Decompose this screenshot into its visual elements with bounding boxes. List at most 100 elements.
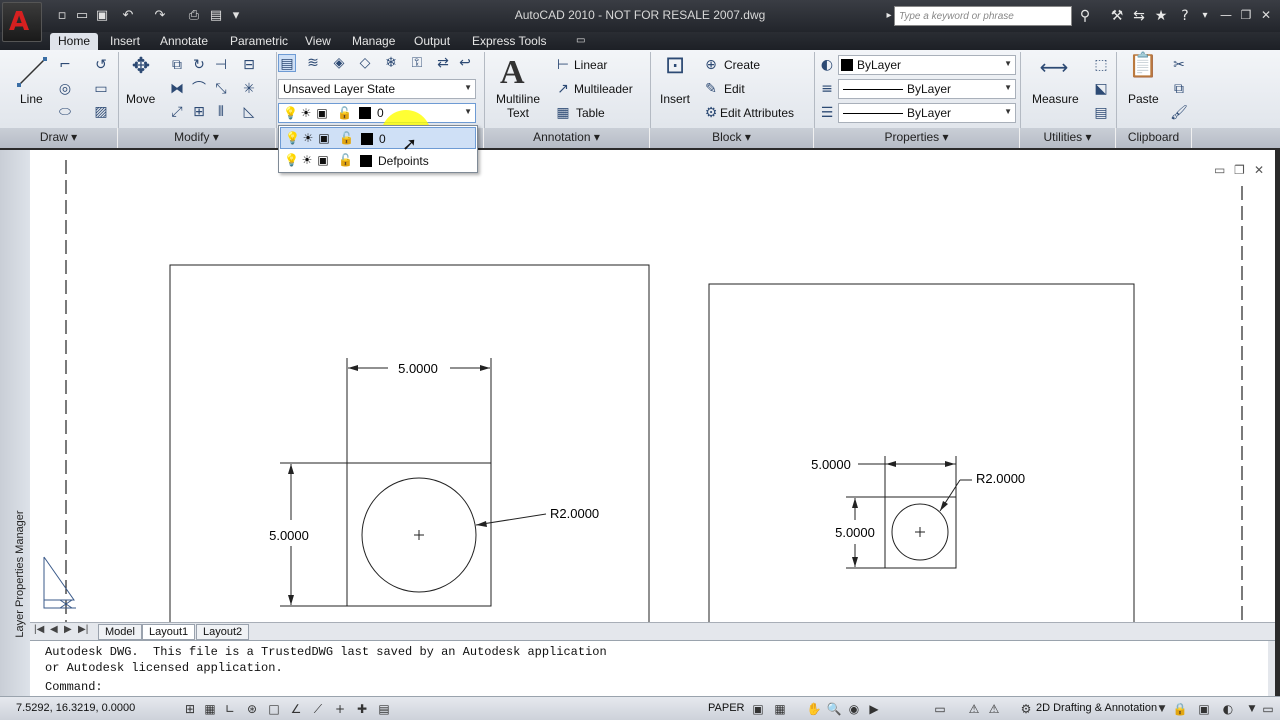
edit-label[interactable]: Edit bbox=[724, 82, 745, 96]
multileader-icon[interactable]: ↗ bbox=[554, 80, 572, 98]
viewport-minimize-icon[interactable]: ▭ bbox=[1214, 163, 1225, 177]
first-layout-icon[interactable]: |◀ bbox=[34, 624, 44, 635]
prev-layout-icon[interactable]: ◀ bbox=[50, 624, 58, 635]
close-icon[interactable]: ✕ bbox=[1258, 7, 1274, 23]
paste-icon[interactable]: 📋 bbox=[1128, 53, 1158, 86]
copy-icon[interactable]: ⧉ bbox=[168, 56, 186, 74]
viewport-close-icon[interactable]: ✕ bbox=[1254, 163, 1264, 177]
layer-isolate-icon[interactable]: ◈ bbox=[330, 54, 348, 72]
last-layout-icon[interactable]: ▶| bbox=[78, 624, 88, 635]
tab-home[interactable]: Home bbox=[50, 33, 99, 50]
stretch-icon[interactable]: ⤡ bbox=[212, 80, 230, 98]
color-select[interactable]: ByLayer ▼ bbox=[838, 55, 1016, 75]
layer-select[interactable]: 💡 ☀ ▣ 🔓 0 ▼ bbox=[278, 103, 476, 123]
ducs-icon[interactable]: ⟋ bbox=[310, 701, 326, 717]
line-icon[interactable] bbox=[16, 56, 48, 88]
coordinate-readout[interactable]: 7.5292, 16.3219, 0.0000 bbox=[16, 702, 135, 714]
chamfer-icon[interactable]: ◺ bbox=[240, 103, 258, 121]
create-block-icon[interactable]: ⊕ bbox=[702, 56, 720, 74]
tab-parametric[interactable]: Parametric bbox=[222, 33, 296, 50]
object-snap-icon[interactable]: □ bbox=[266, 701, 282, 717]
viewport-right[interactable] bbox=[708, 283, 1135, 631]
insert-block-icon[interactable]: ⊡ bbox=[660, 53, 690, 86]
scale-icon[interactable]: ⤢ bbox=[168, 103, 186, 121]
layer-off-icon[interactable]: ◇ bbox=[356, 54, 374, 72]
layer-freeze-icon[interactable]: ❄ bbox=[382, 54, 400, 72]
restore-icon[interactable]: ❐ bbox=[1238, 7, 1254, 23]
workspace-switch[interactable]: 2D Drafting & Annotation bbox=[1036, 702, 1157, 714]
viewport-left[interactable] bbox=[169, 264, 650, 631]
lineweight-icon[interactable]: ☰ bbox=[818, 104, 836, 122]
draw-panel-title[interactable]: Draw ▾ bbox=[0, 128, 118, 148]
edit-attributes-label[interactable]: Edit Attributes bbox=[720, 106, 794, 120]
application-menu-button[interactable]: A bbox=[2, 2, 42, 42]
snap-mode-icon[interactable]: ⊞ bbox=[182, 701, 198, 717]
showmotion-icon[interactable]: ▶ bbox=[866, 701, 882, 717]
circle-icon[interactable]: ◎ bbox=[56, 80, 74, 98]
edit-block-icon[interactable]: ✎ bbox=[702, 80, 720, 98]
tab-annotate[interactable]: Annotate bbox=[152, 33, 216, 50]
quick-properties-icon[interactable]: ▤ bbox=[376, 701, 392, 717]
modify-panel-title[interactable]: Modify ▾ bbox=[118, 128, 276, 148]
edit-attributes-icon[interactable]: ⚙ bbox=[702, 104, 720, 122]
layer-states-icon[interactable]: ≋ bbox=[304, 54, 322, 72]
ortho-mode-icon[interactable]: ∟ bbox=[222, 701, 238, 717]
minimize-ribbon-icon[interactable]: ▭ bbox=[568, 33, 593, 50]
annotation-panel-title[interactable]: Annotation ▾ bbox=[484, 128, 650, 148]
osnap-tracking-icon[interactable]: ∠ bbox=[288, 701, 304, 717]
command-scrollbar[interactable] bbox=[1268, 641, 1275, 697]
polar-tracking-icon[interactable]: ⊛ bbox=[244, 701, 260, 717]
tab-model[interactable]: Model bbox=[98, 624, 142, 640]
trim-icon[interactable]: ⊣ bbox=[212, 56, 230, 74]
quick-view-layouts-icon[interactable]: ▣ bbox=[750, 701, 766, 717]
paste-label[interactable]: Paste bbox=[1128, 92, 1159, 106]
calculator-icon[interactable]: ▤ bbox=[1092, 104, 1110, 122]
workspace-gear-icon[interactable]: ⚙ bbox=[1018, 701, 1034, 717]
explode-icon[interactable]: ✳ bbox=[240, 80, 258, 98]
favorites-icon[interactable]: ★ bbox=[1152, 7, 1170, 25]
ellipse-icon[interactable]: ⬭ bbox=[56, 103, 74, 121]
multiline-text-label[interactable]: Multiline Text bbox=[494, 92, 542, 120]
linear-dimension-label[interactable]: Linear bbox=[574, 58, 607, 72]
annotation-visibility-icon[interactable]: ⚠ bbox=[986, 701, 1002, 717]
quick-view-drawings-icon[interactable]: ▦ bbox=[772, 701, 788, 717]
grid-display-icon[interactable]: ▦ bbox=[202, 701, 218, 717]
layer-match-icon[interactable]: ⇄ bbox=[434, 54, 452, 72]
offset-icon[interactable]: ⫴ bbox=[212, 103, 230, 121]
create-label[interactable]: Create bbox=[724, 58, 760, 72]
linetype-select[interactable]: ByLayer ▼ bbox=[838, 79, 1016, 99]
layer-properties-palette-strip[interactable]: Layer Properties Manager bbox=[0, 150, 30, 696]
layer-lock-icon[interactable]: ⚿ bbox=[408, 54, 426, 72]
layer-state-select[interactable]: Unsaved Layer State ▼ bbox=[278, 79, 476, 99]
properties-panel-title[interactable]: Properties ▾ bbox=[814, 128, 1020, 148]
tab-express-tools[interactable]: Express Tools bbox=[464, 33, 554, 50]
steering-wheel-icon[interactable]: ◉ bbox=[846, 701, 862, 717]
measure-label[interactable]: Measure bbox=[1032, 92, 1079, 106]
isolate-objects-icon[interactable]: ◐ bbox=[1220, 701, 1236, 717]
measure-icon[interactable]: ⟷ bbox=[1038, 57, 1070, 84]
table-icon[interactable]: ▦ bbox=[554, 104, 572, 122]
layer-previous-icon[interactable]: ↩ bbox=[456, 54, 474, 72]
linetype-icon[interactable]: ≡ bbox=[818, 80, 836, 98]
binoculars-icon[interactable]: ⚲ bbox=[1076, 7, 1094, 25]
search-input[interactable]: Type a keyword or phrase bbox=[894, 6, 1072, 26]
layer-option-0[interactable]: 💡 ☀ ▣ 🔓 0 bbox=[280, 127, 476, 149]
next-layout-icon[interactable]: ▶ bbox=[64, 624, 72, 635]
mirror-icon[interactable]: ⧓ bbox=[168, 80, 186, 98]
status-menu-icon[interactable]: ▼ bbox=[1244, 701, 1260, 717]
hatch-icon[interactable]: ▨ bbox=[92, 103, 110, 121]
polyline-icon[interactable]: ⌐ bbox=[56, 56, 74, 74]
table-label[interactable]: Table bbox=[576, 106, 605, 120]
layer-properties-icon[interactable]: ▤ bbox=[278, 54, 296, 72]
cut-icon[interactable]: ✂ bbox=[1170, 56, 1188, 74]
communication-icon[interactable]: ⇆ bbox=[1130, 7, 1148, 25]
match-properties-icon[interactable]: 🖌 bbox=[1170, 104, 1188, 122]
rotate-icon[interactable]: ↻ bbox=[190, 56, 208, 74]
copy-clip-icon[interactable]: ⧉ bbox=[1170, 80, 1188, 98]
color-wheel-icon[interactable]: ◐ bbox=[818, 56, 836, 74]
hardware-acceleration-icon[interactable]: ▣ bbox=[1196, 701, 1212, 717]
lineweight-toggle-icon[interactable]: ✚ bbox=[354, 701, 370, 717]
select-all-icon[interactable]: ⬕ bbox=[1092, 80, 1110, 98]
fillet-icon[interactable]: ⌒ bbox=[190, 80, 208, 98]
subscription-icon[interactable]: ⚒ bbox=[1108, 7, 1126, 25]
